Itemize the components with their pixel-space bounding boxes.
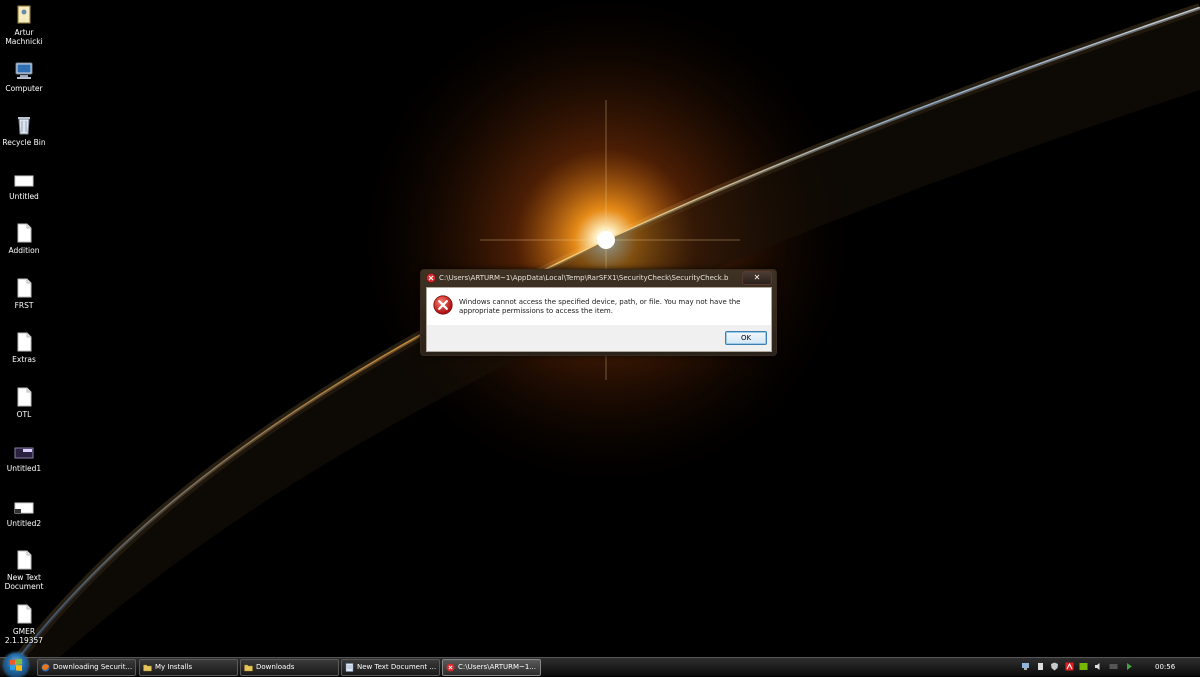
desktop-icon-label: Untitled2: [6, 519, 42, 528]
image-file-icon: [14, 447, 34, 459]
image-file-icon: [14, 502, 34, 514]
shield-icon[interactable]: [1050, 662, 1059, 671]
desktop-icon-untitled2[interactable]: Untitled2: [0, 495, 48, 528]
desktop-icon-label: Computer: [5, 84, 43, 93]
desktop-icon-label: FRST: [14, 301, 34, 310]
dialog-content: Windows cannot access the specified devi…: [426, 287, 772, 352]
desktop-icon-artur-machnicki[interactable]: Artur Machnicki: [0, 4, 48, 46]
error-message: Windows cannot access the specified devi…: [459, 298, 741, 315]
desktop-icon-frst[interactable]: FRST: [0, 277, 48, 310]
folder-icon: [244, 664, 253, 672]
desktop-icon-recycle-bin[interactable]: Recycle Bin: [0, 114, 48, 147]
desktop-icon-untitled1[interactable]: Untitled1: [0, 440, 48, 473]
message-area: Windows cannot access the specified devi…: [427, 288, 771, 325]
show-hidden-icons-icon[interactable]: [1125, 662, 1134, 671]
text-file-icon: [17, 278, 32, 298]
desktop-icon-label: New Text Document: [4, 573, 44, 591]
taskbar-button-securitycheck[interactable]: C:\Users\ARTURM~1...: [442, 659, 541, 676]
desktop-icon-label: Extras: [12, 355, 36, 364]
desktop-icon-label: Artur Machnicki: [5, 28, 43, 46]
usb-device-icon[interactable]: [1036, 662, 1045, 671]
desktop-icon-otl[interactable]: OTL: [0, 386, 48, 419]
volume-icon[interactable]: [1094, 662, 1103, 671]
desktop-icon-addition[interactable]: Addition: [0, 222, 48, 255]
taskbar-button-my-installs[interactable]: My Installs: [139, 659, 238, 676]
language-indicator-icon[interactable]: [1109, 662, 1118, 671]
desktop-icon-label: Addition: [8, 246, 40, 255]
folder-icon: [143, 664, 152, 672]
taskbar-button-label: Downloads: [256, 663, 295, 671]
taskbar-button-label: New Text Document ...: [357, 663, 437, 671]
error-dialog: C:\Users\ARTURM~1\AppData\Local\Temp\Rar…: [420, 269, 777, 356]
desktop-icon-label: Untitled1: [6, 464, 42, 473]
text-file-icon: [17, 387, 32, 407]
desktop-icon-new-text-document[interactable]: New Text Document: [0, 549, 48, 591]
desktop-icon-extras[interactable]: Extras: [0, 331, 48, 364]
antivirus-icon[interactable]: [1065, 662, 1074, 671]
notepad-icon: [345, 663, 354, 672]
windows-logo-icon: [10, 658, 22, 671]
taskbar-button-downloads[interactable]: Downloads: [240, 659, 339, 676]
computer-icon: [15, 62, 33, 79]
taskbar-button-label: My Installs: [155, 663, 193, 671]
text-file-icon: [17, 550, 32, 570]
taskbar-button-label: Downloading Securit...: [53, 663, 133, 671]
nvidia-icon[interactable]: [1079, 662, 1088, 671]
desktop-icon-label: Recycle Bin: [2, 138, 46, 147]
desktop-icon-label: GMER 2.1.19357: [4, 627, 44, 645]
user-folder-icon: [17, 5, 31, 24]
start-button[interactable]: [4, 653, 28, 677]
network-icon[interactable]: [1021, 662, 1030, 671]
error-icon: [446, 663, 455, 672]
desktop-icon-label: Untitled: [9, 192, 39, 201]
desktop-icon-gmer[interactable]: GMER 2.1.19357: [0, 603, 48, 645]
dialog-title: C:\Users\ARTURM~1\AppData\Local\Temp\Rar…: [439, 274, 729, 282]
taskbar-clock[interactable]: 00:56: [1155, 658, 1175, 676]
error-icon: [426, 273, 436, 283]
desktop-icon-computer[interactable]: Computer: [0, 60, 48, 93]
close-icon: ✕: [753, 273, 761, 282]
text-file-icon: [17, 604, 32, 624]
desktop-icon-label: OTL: [16, 410, 32, 419]
close-button[interactable]: ✕: [742, 271, 772, 285]
text-file-icon: [17, 223, 32, 243]
text-file-icon: [17, 332, 32, 352]
recycle-bin-icon: [18, 117, 30, 135]
taskbar-button-firefox[interactable]: Downloading Securit...: [37, 659, 136, 676]
taskbar-button-new-text-document[interactable]: New Text Document ...: [341, 659, 440, 676]
error-icon: [433, 295, 453, 315]
image-file-icon: [14, 175, 34, 187]
desktop-icon-untitled[interactable]: Untitled: [0, 168, 48, 201]
ok-button[interactable]: OK: [725, 331, 767, 345]
taskbar-button-label: C:\Users\ARTURM~1...: [458, 663, 537, 671]
taskbar: Downloading Securit... My Installs Downl…: [0, 653, 1200, 677]
dialog-titlebar[interactable]: C:\Users\ARTURM~1\AppData\Local\Temp\Rar…: [421, 270, 776, 286]
firefox-icon: [41, 663, 50, 672]
